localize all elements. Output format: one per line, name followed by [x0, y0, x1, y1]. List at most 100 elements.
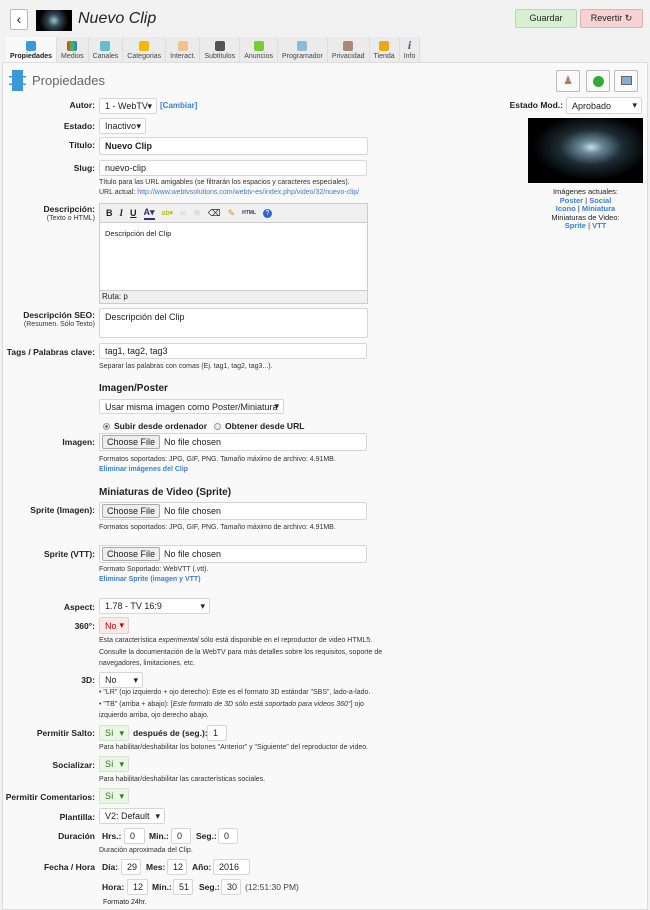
miniatura-link[interactable]: Miniatura: [582, 204, 615, 213]
underline-icon[interactable]: U: [130, 208, 137, 218]
url-actual: URL actual: http://www.webtvsolutions.co…: [99, 189, 360, 196]
choose-file-button[interactable]: Choose File: [102, 547, 161, 561]
seg2-label: Seg.:: [199, 882, 220, 892]
cursor-icon: [177, 41, 188, 51]
film-icon: [9, 70, 26, 91]
radio-upload[interactable]: [103, 422, 110, 430]
clean-icon[interactable]: ✎: [228, 208, 236, 219]
html-icon[interactable]: HTML: [242, 210, 256, 216]
sprite-heading: Miniaturas de Video (Sprite): [99, 487, 232, 498]
imagen-label: Imagen:: [62, 437, 95, 447]
radio-url[interactable]: [214, 422, 222, 430]
slug-input[interactable]: nuevo-clip: [99, 160, 367, 176]
tab-categorias[interactable]: Categorias: [123, 37, 167, 62]
play-icon: [592, 76, 604, 87]
salto-help: Para habilitar/deshabilitar los botones …: [99, 744, 369, 751]
social-help: Para habilitar/deshabilitar las caracter…: [99, 776, 266, 783]
bold-icon[interactable]: B: [106, 208, 113, 218]
embed-button[interactable]: ♟: [556, 70, 580, 92]
ads-icon: [253, 41, 264, 51]
titulo-input[interactable]: Nuevo Clip: [99, 137, 368, 155]
poster-heading: Imagen/Poster: [99, 383, 168, 394]
choose-file-button[interactable]: Choose File: [102, 435, 161, 449]
hora-input[interactable]: 12: [127, 879, 148, 895]
comentarios-select[interactable]: Sí: [99, 788, 129, 804]
estado-select[interactable]: Inactivo: [99, 118, 146, 134]
hrs-label: Hrs.:: [102, 831, 122, 841]
highlight-icon[interactable]: ab▾: [162, 209, 173, 217]
cambiar-link[interactable]: [Cambiar]: [160, 101, 197, 110]
calendar-icon: [297, 41, 308, 51]
users-icon: [343, 41, 354, 51]
unlink-icon: ※: [193, 207, 201, 218]
back-button[interactable]: ‹: [10, 9, 28, 30]
seg2-input[interactable]: 30: [221, 879, 241, 895]
tab-privacidad[interactable]: Privacidad: [328, 37, 370, 62]
tab-interact[interactable]: Interact.: [166, 37, 201, 62]
v360-label: 360°:: [74, 621, 95, 631]
estado-mod-select[interactable]: Aprobado: [566, 97, 642, 114]
sprite-img-file-input[interactable]: Choose File No file chosen: [99, 502, 367, 520]
autor-select[interactable]: 1 - WebTV: [99, 98, 157, 114]
person-icon: ♟: [563, 75, 573, 87]
tab-subtitulos[interactable]: Subtitulos: [200, 37, 241, 62]
seo-sublabel: (Resumen. Sólo Texto): [23, 321, 95, 328]
channels-icon: [100, 41, 111, 51]
sprite-formats: Formatos soportados: JPG, GIF, PNG. Tama…: [99, 524, 336, 531]
delete-sprite-link[interactable]: Eliminar Sprite (imagen y VTT): [99, 576, 201, 583]
poster-select[interactable]: Usar misma imagen como Poster/Miniatura: [99, 399, 284, 414]
vtt-link[interactable]: VTT: [592, 221, 606, 230]
hrs-input[interactable]: 0: [124, 828, 145, 844]
despues-input[interactable]: 1: [207, 725, 227, 741]
sprite-img-label: Sprite (Imagen):: [30, 505, 95, 515]
autor-label: Autor:: [69, 100, 96, 110]
help-icon[interactable]: ?: [263, 208, 272, 218]
tab-info[interactable]: i Info: [400, 37, 421, 62]
choose-file-button[interactable]: Choose File: [102, 504, 161, 518]
seg-input[interactable]: 0: [218, 828, 238, 844]
editor-body[interactable]: Descripción del Clip: [100, 223, 367, 291]
aspect-select[interactable]: 1.78 - TV 16:9: [99, 598, 210, 614]
seo-textarea[interactable]: Descripción del Clip: [99, 308, 368, 338]
play-button[interactable]: [586, 70, 610, 92]
tab-canales[interactable]: Canales: [89, 37, 124, 62]
min-input[interactable]: 0: [171, 828, 191, 844]
dia-input[interactable]: 29: [121, 859, 141, 875]
cart-icon: [379, 41, 390, 51]
tab-programador[interactable]: Programador: [278, 37, 328, 62]
salto-select[interactable]: Sí: [99, 725, 129, 741]
v360-help-2: Consulte la documentación de la WebTV pa…: [99, 649, 383, 656]
tab-tienda[interactable]: Tienda: [370, 37, 400, 62]
estado-label: Estado:: [63, 121, 95, 131]
d3-select[interactable]: No: [99, 672, 143, 688]
seo-label: Descripción SEO:: [23, 310, 95, 320]
italic-icon[interactable]: I: [120, 208, 124, 218]
ano-input[interactable]: 2016: [213, 859, 250, 875]
salto-label: Permitir Salto:: [36, 728, 95, 738]
save-button[interactable]: Guardar: [515, 9, 577, 28]
icono-link[interactable]: Icono: [556, 204, 576, 213]
sprite-link[interactable]: Sprite: [565, 221, 586, 230]
hora-label: Hora:: [102, 882, 125, 892]
revert-button[interactable]: Revertir ↻: [580, 9, 643, 28]
preview-button[interactable]: [614, 70, 638, 92]
url-link[interactable]: http://www.webtvsolutions.com/webtv-es/i…: [137, 189, 359, 196]
comentarios-label: Permitir Comentarios:: [5, 792, 95, 802]
tab-anuncios[interactable]: Anuncios: [240, 37, 278, 62]
fecha-label: Fecha / Hora: [43, 862, 95, 872]
imagen-file-input[interactable]: Choose File No file chosen: [99, 433, 367, 451]
v360-select[interactable]: No: [99, 617, 129, 634]
plantilla-select[interactable]: V2: Default: [99, 808, 165, 824]
mes-input[interactable]: 12: [167, 859, 187, 875]
d3-help-1: • "LR" (ojo izquierdo + ojo derecho): Es…: [99, 689, 371, 696]
tags-input[interactable]: tag1, tag2, tag3: [99, 343, 367, 359]
eraser-icon[interactable]: ⌫: [208, 208, 221, 219]
monitor-icon: [620, 76, 632, 85]
tab-medios[interactable]: Medios: [57, 37, 89, 62]
tab-propiedades[interactable]: Propiedades: [6, 37, 58, 62]
social-select[interactable]: Sí: [99, 756, 129, 772]
delete-images-link[interactable]: Eliminar imágenes del Clip: [99, 466, 188, 473]
text-color-icon[interactable]: A▾: [143, 207, 155, 220]
min2-input[interactable]: 51: [173, 879, 193, 895]
sprite-vtt-file-input[interactable]: Choose File No file chosen: [99, 545, 367, 563]
